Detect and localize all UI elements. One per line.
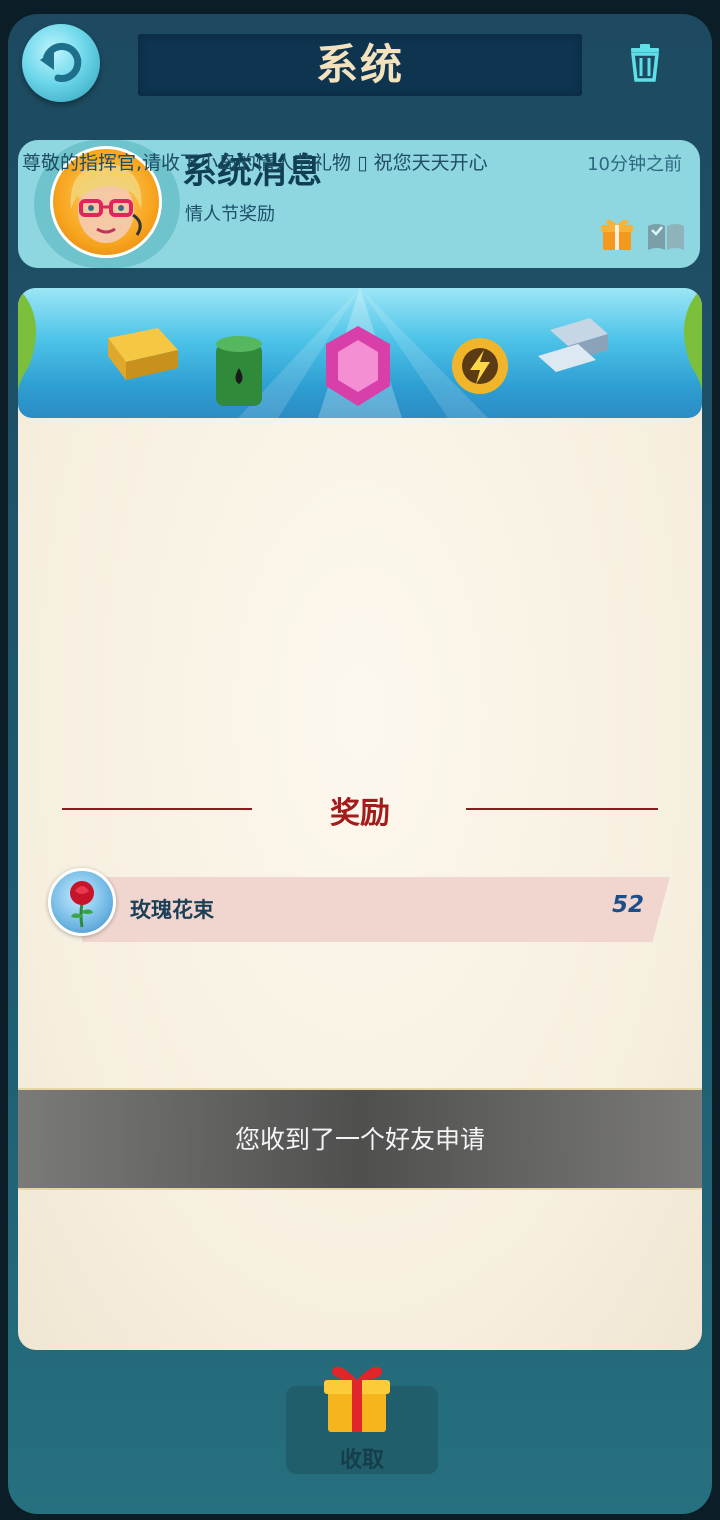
message-time: 10分钟之前 <box>587 154 682 175</box>
back-button[interactable] <box>22 24 100 102</box>
reward-item-name: 玫瑰花束 <box>130 898 214 922</box>
message-text: 尊敬的指挥官,请收下小岛的情人节礼物 ▯ 祝您天天开心 <box>22 152 488 174</box>
back-arrow-icon <box>40 42 82 82</box>
open-book-icon <box>648 224 684 250</box>
divider-right <box>466 808 658 810</box>
trash-icon <box>631 44 659 82</box>
gift-box-icon <box>324 1366 390 1432</box>
rewards-heading: 奖励 <box>330 796 390 831</box>
toast-text: 您收到了一个好友申请 <box>234 1125 485 1154</box>
gift-icon <box>601 219 633 250</box>
divider-left <box>62 808 252 810</box>
page-title: 系统 <box>315 40 404 89</box>
message-subject: 情人节奖励 <box>185 204 275 225</box>
reward-item-count: 52 <box>611 892 644 918</box>
reward-item-icon-frame <box>48 868 116 936</box>
rose-bouquet-icon <box>70 881 94 928</box>
delete-button[interactable] <box>622 40 668 86</box>
rewards-section: 奖励 玫瑰花束 52 <box>18 288 702 1350</box>
claim-label: 收取 <box>339 1448 384 1473</box>
